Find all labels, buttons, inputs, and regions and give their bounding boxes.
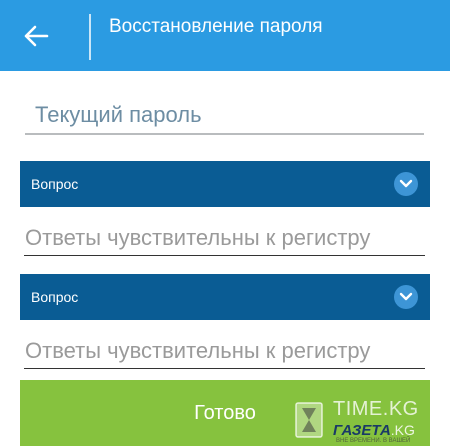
security-question-label: Вопрос bbox=[31, 289, 79, 305]
chevron-down-icon bbox=[394, 285, 418, 309]
current-password-input[interactable] bbox=[25, 97, 424, 135]
answer-input-2[interactable] bbox=[24, 333, 425, 369]
security-question-label: Вопрос bbox=[31, 176, 79, 192]
page-title: Восстановление пароля bbox=[109, 16, 323, 37]
watermark-name: TIME.KG bbox=[333, 398, 419, 420]
chevron-down-icon bbox=[394, 172, 418, 196]
answer-input-1[interactable] bbox=[24, 220, 425, 256]
security-question-select-1[interactable]: Вопрос bbox=[20, 161, 430, 207]
appbar-divider bbox=[89, 14, 91, 60]
back-button[interactable] bbox=[14, 18, 58, 54]
hourglass-icon bbox=[295, 402, 323, 438]
watermark-sub-tail: .KG bbox=[390, 422, 415, 438]
security-question-select-2[interactable]: Вопрос bbox=[20, 274, 430, 320]
arrow-left-icon bbox=[24, 25, 49, 47]
watermark-tagline: ВНЕ ВРЕМЕНИ. В ВАШЕЙ bbox=[336, 438, 411, 444]
app-bar: Восстановление пароля bbox=[0, 0, 450, 71]
